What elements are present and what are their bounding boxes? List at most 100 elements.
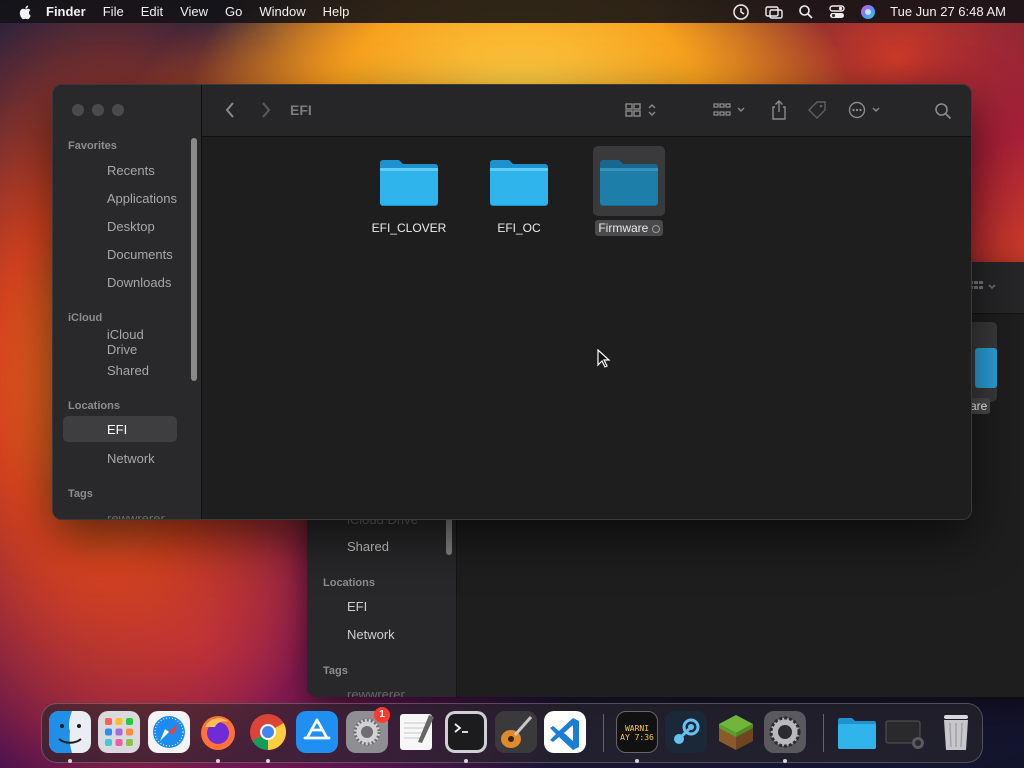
close-button[interactable]: [72, 104, 84, 116]
search-icon[interactable]: [798, 4, 814, 20]
menubar-clock[interactable]: Tue Jun 27 6:48 AM: [890, 4, 1006, 19]
action-button[interactable]: [848, 100, 886, 120]
running-indicator: [216, 759, 220, 763]
group-icon: [713, 103, 745, 116]
sidebar-heading-icloud: iCloud: [68, 312, 103, 324]
dock-app-textedit[interactable]: [396, 711, 438, 753]
finder-window[interactable]: Favorites Recents Applications Desktop D…: [52, 84, 972, 520]
dock-app-garageband[interactable]: [495, 711, 537, 753]
running-indicator: [783, 759, 787, 763]
tag-button[interactable]: [806, 99, 830, 121]
menu-view[interactable]: View: [180, 4, 208, 19]
control-center-icon[interactable]: [828, 4, 846, 20]
back-sidebar-item-shared[interactable]: Shared: [347, 539, 389, 554]
back-sidebar-item-network[interactable]: Network: [347, 627, 395, 642]
sidebar-item-label: Downloads: [107, 274, 172, 290]
finder-icon: [49, 711, 91, 753]
sidebar-item-icloud-drive[interactable]: iCloud Drive: [63, 327, 177, 357]
console-line: WARNI: [624, 724, 650, 733]
search-icon: [935, 103, 952, 120]
folder-name-text: Firmware: [598, 221, 649, 235]
dock-app-folder[interactable]: [836, 711, 878, 753]
sidebar-item-documents[interactable]: Documents: [63, 241, 177, 267]
menu-edit[interactable]: Edit: [141, 4, 163, 19]
file-browser-content[interactable]: EFI_CLOVER EFI_OC Firmware: [202, 138, 971, 519]
dock-app-safari[interactable]: [148, 711, 190, 753]
back-sidebar-tag[interactable]: rewwrerer: [347, 687, 405, 697]
dock-app-trash[interactable]: [935, 711, 977, 753]
sidebar: Favorites Recents Applications Desktop D…: [53, 85, 202, 520]
firefox-icon: [201, 716, 235, 750]
dock-app-chrome[interactable]: [247, 711, 289, 753]
grid-view-icon: [625, 103, 656, 117]
menu-file[interactable]: File: [103, 4, 124, 19]
zoom-button[interactable]: [112, 104, 124, 116]
siri-icon[interactable]: [860, 4, 876, 20]
folder-name: EFI_OC: [497, 221, 541, 235]
screen-mirroring-icon[interactable]: [764, 4, 784, 20]
share-button[interactable]: [768, 98, 790, 122]
running-indicator: [464, 759, 468, 763]
grass-block-icon: [719, 715, 753, 750]
document-icon: [77, 248, 91, 260]
screen-time-icon[interactable]: [732, 3, 750, 21]
group-button[interactable]: [712, 100, 748, 120]
sidebar-item-network[interactable]: Network: [63, 445, 177, 471]
toolbar: EFI: [202, 85, 971, 137]
guitar-icon: [495, 711, 537, 753]
folder-item-selected[interactable]: Firmware: [581, 146, 677, 236]
folder-item[interactable]: EFI_OC: [471, 146, 567, 236]
menu-help[interactable]: Help: [323, 4, 350, 19]
dock-app-finder[interactable]: [49, 711, 91, 753]
sidebar-item-shared[interactable]: Shared: [63, 357, 177, 383]
back-sidebar-scrollbar[interactable]: [446, 517, 452, 555]
sidebar-item-tag[interactable]: rewwrerer: [63, 505, 177, 520]
menu-finder[interactable]: Finder: [46, 4, 86, 19]
running-indicator: [635, 759, 639, 763]
tag-dot-icon: [651, 224, 660, 233]
view-mode-button[interactable]: [624, 100, 660, 120]
sidebar-item-label: Desktop: [107, 218, 155, 234]
dock-app-firefox[interactable]: [197, 711, 239, 753]
folder-name: Firmware: [595, 220, 663, 236]
dock-app-console-window[interactable]: WARNI AY 7:36: [616, 711, 658, 753]
shared-folder-icon: [77, 364, 91, 376]
sidebar-item-applications[interactable]: Applications: [63, 185, 177, 211]
forward-button[interactable]: [256, 100, 276, 120]
folder-icon: [483, 146, 555, 216]
sidebar-scrollbar[interactable]: [191, 138, 197, 381]
sidebar-item-recents[interactable]: Recents: [63, 157, 177, 183]
trash-icon: [944, 715, 968, 750]
dock-app-launchpad[interactable]: [98, 711, 140, 753]
apple-icon[interactable]: [18, 4, 34, 20]
chrome-icon: [250, 714, 287, 750]
search-button[interactable]: [932, 100, 954, 122]
dock-app-app-store[interactable]: [296, 711, 338, 753]
dock-app-vscode[interactable]: [544, 711, 586, 753]
folder-item[interactable]: EFI_CLOVER: [361, 146, 457, 236]
minimize-button[interactable]: [92, 104, 104, 116]
ellipsis-circle-icon: [848, 101, 880, 119]
menu-go[interactable]: Go: [225, 4, 242, 19]
dock-separator: [603, 714, 604, 752]
sidebar-item-desktop[interactable]: Desktop: [63, 213, 177, 239]
sidebar-heading-tags: Tags: [68, 488, 93, 500]
dock: 1 WARNI AY 7:36: [41, 703, 983, 763]
dock-app-screenshot[interactable]: [884, 711, 926, 753]
app-store-icon: [296, 711, 338, 753]
back-sidebar-item-efi[interactable]: EFI: [347, 599, 367, 614]
screenshot-icon: [885, 720, 924, 749]
sidebar-item-efi[interactable]: EFI: [63, 416, 177, 442]
sidebar-item-downloads[interactable]: Downloads: [63, 269, 177, 295]
sidebar-item-label: iCloud Drive: [106, 327, 144, 357]
back-view-toggle-icon[interactable]: [969, 280, 999, 294]
dock-app-system-preferences[interactable]: [764, 711, 806, 753]
gear-icon: [764, 711, 806, 753]
dock-app-terminal[interactable]: [445, 711, 487, 753]
menu-window[interactable]: Window: [259, 4, 305, 19]
dock-app-steam[interactable]: [665, 711, 707, 753]
back-button[interactable]: [220, 100, 240, 120]
cloud-icon: [77, 336, 91, 348]
textedit-icon: [400, 714, 434, 750]
dock-app-minecraft[interactable]: [715, 711, 757, 753]
